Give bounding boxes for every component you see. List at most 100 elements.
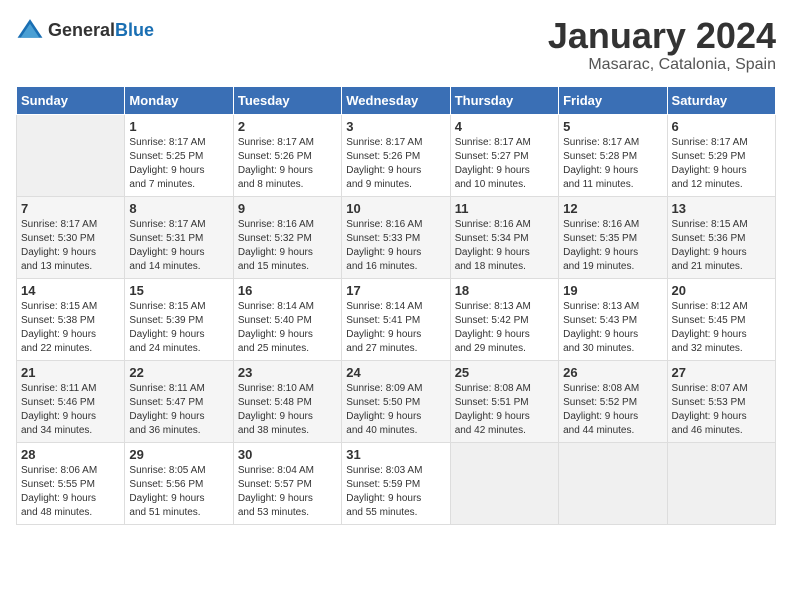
day-header-friday: Friday [559, 86, 667, 114]
cell-content: Sunrise: 8:07 AM Sunset: 5:53 PM Dayligh… [672, 382, 771, 438]
day-number: 7 [21, 201, 120, 216]
calendar-cell: 29 Sunrise: 8:05 AM Sunset: 5:56 PM Dayli… [125, 442, 233, 524]
cell-content: Sunrise: 8:08 AM Sunset: 5:52 PM Dayligh… [563, 382, 662, 438]
calendar-cell: 14 Sunrise: 8:15 AM Sunset: 5:38 PM Dayli… [17, 278, 125, 360]
day-number: 12 [563, 201, 662, 216]
day-number: 31 [346, 447, 445, 462]
calendar-cell [450, 442, 558, 524]
calendar-cell: 15 Sunrise: 8:15 AM Sunset: 5:39 PM Dayli… [125, 278, 233, 360]
cell-content: Sunrise: 8:04 AM Sunset: 5:57 PM Dayligh… [238, 464, 337, 520]
calendar-cell: 31 Sunrise: 8:03 AM Sunset: 5:59 PM Dayli… [342, 442, 450, 524]
calendar-cell: 1Sunrise: 8:17 AM Sunset: 5:25 PM Daylig… [125, 114, 233, 196]
calendar-cell: 7 Sunrise: 8:17 AM Sunset: 5:30 PM Daylig… [17, 196, 125, 278]
cell-content: Sunrise: 8:17 AM Sunset: 5:28 PM Dayligh… [563, 136, 662, 192]
cell-content: Sunrise: 8:08 AM Sunset: 5:51 PM Dayligh… [455, 382, 554, 438]
cell-content: Sunrise: 8:11 AM Sunset: 5:46 PM Dayligh… [21, 382, 120, 438]
day-number: 3 [346, 119, 445, 134]
day-number: 22 [129, 365, 228, 380]
calendar-header-row: SundayMondayTuesdayWednesdayThursdayFrid… [17, 86, 776, 114]
calendar-cell: 16 Sunrise: 8:14 AM Sunset: 5:40 PM Dayli… [233, 278, 341, 360]
day-number: 29 [129, 447, 228, 462]
cell-content: Sunrise: 8:15 AM Sunset: 5:39 PM Dayligh… [129, 300, 228, 356]
day-header-saturday: Saturday [667, 86, 775, 114]
calendar-cell: 4 Sunrise: 8:17 AM Sunset: 5:27 PM Daylig… [450, 114, 558, 196]
day-number: 17 [346, 283, 445, 298]
day-header-monday: Monday [125, 86, 233, 114]
day-header-thursday: Thursday [450, 86, 558, 114]
calendar-cell: 12Sunrise: 8:16 AM Sunset: 5:35 PM Dayli… [559, 196, 667, 278]
cell-content: Sunrise: 8:14 AM Sunset: 5:40 PM Dayligh… [238, 300, 337, 356]
day-number: 4 [455, 119, 554, 134]
cell-content: Sunrise: 8:15 AM Sunset: 5:36 PM Dayligh… [672, 218, 771, 274]
calendar-cell [17, 114, 125, 196]
calendar-cell: 27 Sunrise: 8:07 AM Sunset: 5:53 PM Dayli… [667, 360, 775, 442]
day-number: 6 [672, 119, 771, 134]
calendar-cell: 26 Sunrise: 8:08 AM Sunset: 5:52 PM Dayli… [559, 360, 667, 442]
cell-content: Sunrise: 8:12 AM Sunset: 5:45 PM Dayligh… [672, 300, 771, 356]
calendar-cell [667, 442, 775, 524]
day-number: 11 [455, 201, 554, 216]
cell-content: Sunrise: 8:03 AM Sunset: 5:59 PM Dayligh… [346, 464, 445, 520]
calendar-cell: 24 Sunrise: 8:09 AM Sunset: 5:50 PM Dayli… [342, 360, 450, 442]
day-number: 27 [672, 365, 771, 380]
cell-content: Sunrise: 8:13 AM Sunset: 5:42 PM Dayligh… [455, 300, 554, 356]
cell-content: Sunrise: 8:16 AM Sunset: 5:32 PM Dayligh… [238, 218, 337, 274]
day-number: 30 [238, 447, 337, 462]
logo: GeneralBlue [16, 16, 154, 44]
calendar-cell: 2Sunrise: 8:17 AM Sunset: 5:26 PM Daylig… [233, 114, 341, 196]
cell-content: Sunrise: 8:17 AM Sunset: 5:27 PM Dayligh… [455, 136, 554, 192]
calendar-cell: 3 Sunrise: 8:17 AM Sunset: 5:26 PM Daylig… [342, 114, 450, 196]
day-number: 14 [21, 283, 120, 298]
calendar-cell [559, 442, 667, 524]
cell-content: Sunrise: 8:09 AM Sunset: 5:50 PM Dayligh… [346, 382, 445, 438]
cell-content: Sunrise: 8:15 AM Sunset: 5:38 PM Dayligh… [21, 300, 120, 356]
cell-content: Sunrise: 8:17 AM Sunset: 5:29 PM Dayligh… [672, 136, 771, 192]
calendar-table: SundayMondayTuesdayWednesdayThursdayFrid… [16, 86, 776, 525]
day-header-wednesday: Wednesday [342, 86, 450, 114]
day-number: 5 [563, 119, 662, 134]
calendar-cell: 8Sunrise: 8:17 AM Sunset: 5:31 PM Daylig… [125, 196, 233, 278]
calendar-cell: 18 Sunrise: 8:13 AM Sunset: 5:42 PM Dayli… [450, 278, 558, 360]
calendar-cell: 9 Sunrise: 8:16 AM Sunset: 5:32 PM Daylig… [233, 196, 341, 278]
day-number: 15 [129, 283, 228, 298]
day-number: 24 [346, 365, 445, 380]
day-number: 16 [238, 283, 337, 298]
day-number: 13 [672, 201, 771, 216]
cell-content: Sunrise: 8:17 AM Sunset: 5:31 PM Dayligh… [129, 218, 228, 274]
calendar-cell: 22 Sunrise: 8:11 AM Sunset: 5:47 PM Dayli… [125, 360, 233, 442]
week-row-5: 28Sunrise: 8:06 AM Sunset: 5:55 PM Dayli… [17, 442, 776, 524]
cell-content: Sunrise: 8:17 AM Sunset: 5:25 PM Dayligh… [129, 136, 228, 192]
cell-content: Sunrise: 8:14 AM Sunset: 5:41 PM Dayligh… [346, 300, 445, 356]
day-number: 18 [455, 283, 554, 298]
cell-content: Sunrise: 8:17 AM Sunset: 5:30 PM Dayligh… [21, 218, 120, 274]
day-number: 19 [563, 283, 662, 298]
calendar-cell: 21 Sunrise: 8:11 AM Sunset: 5:46 PM Dayli… [17, 360, 125, 442]
calendar-cell: 20 Sunrise: 8:12 AM Sunset: 5:45 PM Dayli… [667, 278, 775, 360]
header: GeneralBlue January 2024 Masarac, Catalo… [16, 16, 776, 74]
calendar-cell: 23 Sunrise: 8:10 AM Sunset: 5:48 PM Dayli… [233, 360, 341, 442]
calendar-cell: 11 Sunrise: 8:16 AM Sunset: 5:34 PM Dayli… [450, 196, 558, 278]
week-row-4: 21 Sunrise: 8:11 AM Sunset: 5:46 PM Dayli… [17, 360, 776, 442]
calendar-cell: 30 Sunrise: 8:04 AM Sunset: 5:57 PM Dayli… [233, 442, 341, 524]
cell-content: Sunrise: 8:11 AM Sunset: 5:47 PM Dayligh… [129, 382, 228, 438]
day-number: 21 [21, 365, 120, 380]
day-number: 2 [238, 119, 337, 134]
cell-content: Sunrise: 8:16 AM Sunset: 5:33 PM Dayligh… [346, 218, 445, 274]
calendar-cell: 13 Sunrise: 8:15 AM Sunset: 5:36 PM Dayli… [667, 196, 775, 278]
logo-blue-text: Blue [115, 20, 154, 40]
calendar-cell: 19Sunrise: 8:13 AM Sunset: 5:43 PM Dayli… [559, 278, 667, 360]
day-number: 26 [563, 365, 662, 380]
logo-icon [16, 16, 44, 44]
day-number: 23 [238, 365, 337, 380]
cell-content: Sunrise: 8:05 AM Sunset: 5:56 PM Dayligh… [129, 464, 228, 520]
day-number: 28 [21, 447, 120, 462]
cell-content: Sunrise: 8:16 AM Sunset: 5:34 PM Dayligh… [455, 218, 554, 274]
day-number: 20 [672, 283, 771, 298]
title-section: January 2024 Masarac, Catalonia, Spain [548, 16, 776, 74]
week-row-2: 7 Sunrise: 8:17 AM Sunset: 5:30 PM Daylig… [17, 196, 776, 278]
cell-content: Sunrise: 8:10 AM Sunset: 5:48 PM Dayligh… [238, 382, 337, 438]
cell-content: Sunrise: 8:17 AM Sunset: 5:26 PM Dayligh… [346, 136, 445, 192]
day-number: 9 [238, 201, 337, 216]
logo-general-text: General [48, 20, 115, 40]
day-header-tuesday: Tuesday [233, 86, 341, 114]
